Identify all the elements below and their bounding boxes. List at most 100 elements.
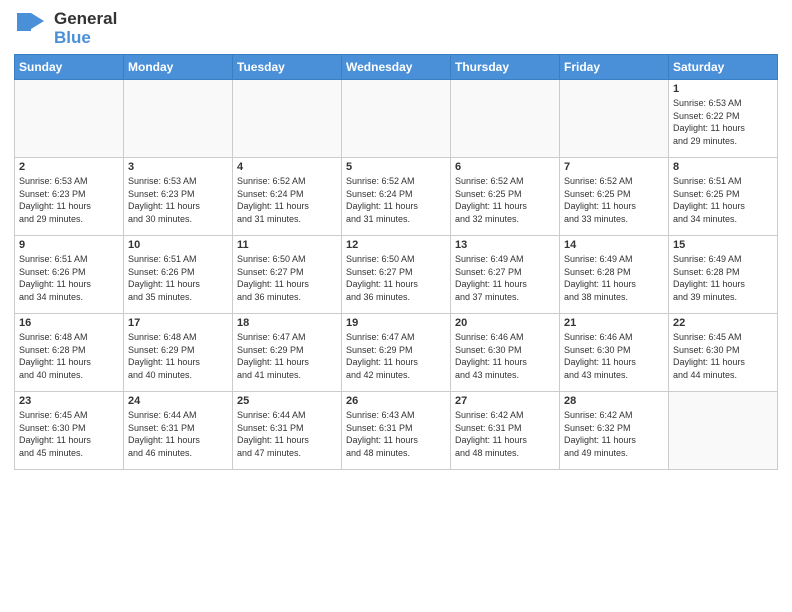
calendar-cell [669,392,778,470]
logo-svg [14,10,52,48]
day-info: Sunrise: 6:46 AM Sunset: 6:30 PM Dayligh… [455,331,555,381]
calendar-cell [15,80,124,158]
calendar-cell: 18 Sunrise: 6:47 AM Sunset: 6:29 PM Dayli… [233,314,342,392]
calendar-cell [233,80,342,158]
calendar-cell: 25 Sunrise: 6:44 AM Sunset: 6:31 PM Dayli… [233,392,342,470]
calendar-cell: 8 Sunrise: 6:51 AM Sunset: 6:25 PM Daylig… [669,158,778,236]
day-number: 2 [19,161,119,173]
day-number: 26 [346,395,446,407]
day-info: Sunrise: 6:42 AM Sunset: 6:32 PM Dayligh… [564,409,664,459]
calendar-cell: 17 Sunrise: 6:48 AM Sunset: 6:29 PM Dayli… [124,314,233,392]
day-info: Sunrise: 6:49 AM Sunset: 6:28 PM Dayligh… [673,253,773,303]
day-number: 4 [237,161,337,173]
day-number: 17 [128,317,228,329]
day-number: 23 [19,395,119,407]
day-number: 22 [673,317,773,329]
col-friday: Friday [560,55,669,80]
calendar-cell: 24 Sunrise: 6:44 AM Sunset: 6:31 PM Dayli… [124,392,233,470]
calendar-cell: 14 Sunrise: 6:49 AM Sunset: 6:28 PM Dayli… [560,236,669,314]
day-info: Sunrise: 6:47 AM Sunset: 6:29 PM Dayligh… [237,331,337,381]
day-info: Sunrise: 6:46 AM Sunset: 6:30 PM Dayligh… [564,331,664,381]
calendar-cell: 26 Sunrise: 6:43 AM Sunset: 6:31 PM Dayli… [342,392,451,470]
calendar-cell: 15 Sunrise: 6:49 AM Sunset: 6:28 PM Dayli… [669,236,778,314]
day-number: 12 [346,239,446,251]
calendar-cell: 2 Sunrise: 6:53 AM Sunset: 6:23 PM Daylig… [15,158,124,236]
day-number: 18 [237,317,337,329]
calendar-cell: 12 Sunrise: 6:50 AM Sunset: 6:27 PM Dayli… [342,236,451,314]
day-number: 5 [346,161,446,173]
calendar-cell: 3Sunrise: 6:53 AM Sunset: 6:23 PM Daylig… [124,158,233,236]
calendar-cell: 1 Sunrise: 6:53 AM Sunset: 6:22 PM Daylig… [669,80,778,158]
day-info: Sunrise: 6:50 AM Sunset: 6:27 PM Dayligh… [237,253,337,303]
calendar-cell: 5 Sunrise: 6:52 AM Sunset: 6:24 PM Daylig… [342,158,451,236]
calendar-week-row: 9 Sunrise: 6:51 AM Sunset: 6:26 PM Daylig… [15,236,778,314]
calendar-cell [451,80,560,158]
calendar-cell: 21 Sunrise: 6:46 AM Sunset: 6:30 PM Dayli… [560,314,669,392]
day-info: Sunrise: 6:43 AM Sunset: 6:31 PM Dayligh… [346,409,446,459]
day-info: Sunrise: 6:48 AM Sunset: 6:29 PM Dayligh… [128,331,228,381]
calendar-table: Sunday Monday Tuesday Wednesday Thursday… [14,54,778,470]
day-info: Sunrise: 6:52 AM Sunset: 6:25 PM Dayligh… [455,175,555,225]
calendar-cell: 28 Sunrise: 6:42 AM Sunset: 6:32 PM Dayli… [560,392,669,470]
day-info: Sunrise: 6:42 AM Sunset: 6:31 PM Dayligh… [455,409,555,459]
day-number: 1 [673,83,773,95]
calendar-cell: 13 Sunrise: 6:49 AM Sunset: 6:27 PM Dayli… [451,236,560,314]
day-number: 13 [455,239,555,251]
day-number: 28 [564,395,664,407]
day-number: 3 [128,161,228,173]
day-number: 16 [19,317,119,329]
col-wednesday: Wednesday [342,55,451,80]
day-number: 27 [455,395,555,407]
day-number: 25 [237,395,337,407]
calendar-cell: 20Sunrise: 6:46 AM Sunset: 6:30 PM Dayli… [451,314,560,392]
col-thursday: Thursday [451,55,560,80]
day-info: Sunrise: 6:53 AM Sunset: 6:22 PM Dayligh… [673,97,773,147]
day-info: Sunrise: 6:51 AM Sunset: 6:25 PM Dayligh… [673,175,773,225]
day-info: Sunrise: 6:44 AM Sunset: 6:31 PM Dayligh… [237,409,337,459]
col-sunday: Sunday [15,55,124,80]
day-info: Sunrise: 6:50 AM Sunset: 6:27 PM Dayligh… [346,253,446,303]
calendar-cell: 4Sunrise: 6:52 AM Sunset: 6:24 PM Daylig… [233,158,342,236]
calendar-week-row: 1 Sunrise: 6:53 AM Sunset: 6:22 PM Daylig… [15,80,778,158]
day-info: Sunrise: 6:49 AM Sunset: 6:28 PM Dayligh… [564,253,664,303]
calendar-cell: 19Sunrise: 6:47 AM Sunset: 6:29 PM Dayli… [342,314,451,392]
day-info: Sunrise: 6:53 AM Sunset: 6:23 PM Dayligh… [19,175,119,225]
logo: General Blue [14,10,117,48]
day-info: Sunrise: 6:49 AM Sunset: 6:27 PM Dayligh… [455,253,555,303]
header: General Blue [14,10,778,48]
col-saturday: Saturday [669,55,778,80]
day-info: Sunrise: 6:52 AM Sunset: 6:24 PM Dayligh… [346,175,446,225]
calendar-cell [560,80,669,158]
logo-blue-text: Blue [54,28,91,47]
calendar-cell: 7 Sunrise: 6:52 AM Sunset: 6:25 PM Daylig… [560,158,669,236]
calendar-cell [124,80,233,158]
day-number: 10 [128,239,228,251]
day-info: Sunrise: 6:51 AM Sunset: 6:26 PM Dayligh… [19,253,119,303]
calendar-week-row: 16 Sunrise: 6:48 AM Sunset: 6:28 PM Dayli… [15,314,778,392]
day-number: 9 [19,239,119,251]
day-info: Sunrise: 6:44 AM Sunset: 6:31 PM Dayligh… [128,409,228,459]
col-tuesday: Tuesday [233,55,342,80]
calendar-cell: 27 Sunrise: 6:42 AM Sunset: 6:31 PM Dayli… [451,392,560,470]
page: General Blue Sunday Monday Tuesday Wedne… [0,0,792,612]
calendar-cell: 6 Sunrise: 6:52 AM Sunset: 6:25 PM Daylig… [451,158,560,236]
day-number: 7 [564,161,664,173]
calendar-header-row: Sunday Monday Tuesday Wednesday Thursday… [15,55,778,80]
col-monday: Monday [124,55,233,80]
calendar-cell [342,80,451,158]
day-number: 14 [564,239,664,251]
day-info: Sunrise: 6:52 AM Sunset: 6:25 PM Dayligh… [564,175,664,225]
calendar-week-row: 23Sunrise: 6:45 AM Sunset: 6:30 PM Dayli… [15,392,778,470]
calendar-week-row: 2 Sunrise: 6:53 AM Sunset: 6:23 PM Daylig… [15,158,778,236]
day-number: 6 [455,161,555,173]
logo-general-text: General [54,9,117,28]
day-info: Sunrise: 6:45 AM Sunset: 6:30 PM Dayligh… [673,331,773,381]
calendar-cell: 11Sunrise: 6:50 AM Sunset: 6:27 PM Dayli… [233,236,342,314]
day-info: Sunrise: 6:47 AM Sunset: 6:29 PM Dayligh… [346,331,446,381]
day-number: 24 [128,395,228,407]
calendar-cell: 9 Sunrise: 6:51 AM Sunset: 6:26 PM Daylig… [15,236,124,314]
day-info: Sunrise: 6:48 AM Sunset: 6:28 PM Dayligh… [19,331,119,381]
day-number: 21 [564,317,664,329]
day-number: 15 [673,239,773,251]
day-number: 8 [673,161,773,173]
